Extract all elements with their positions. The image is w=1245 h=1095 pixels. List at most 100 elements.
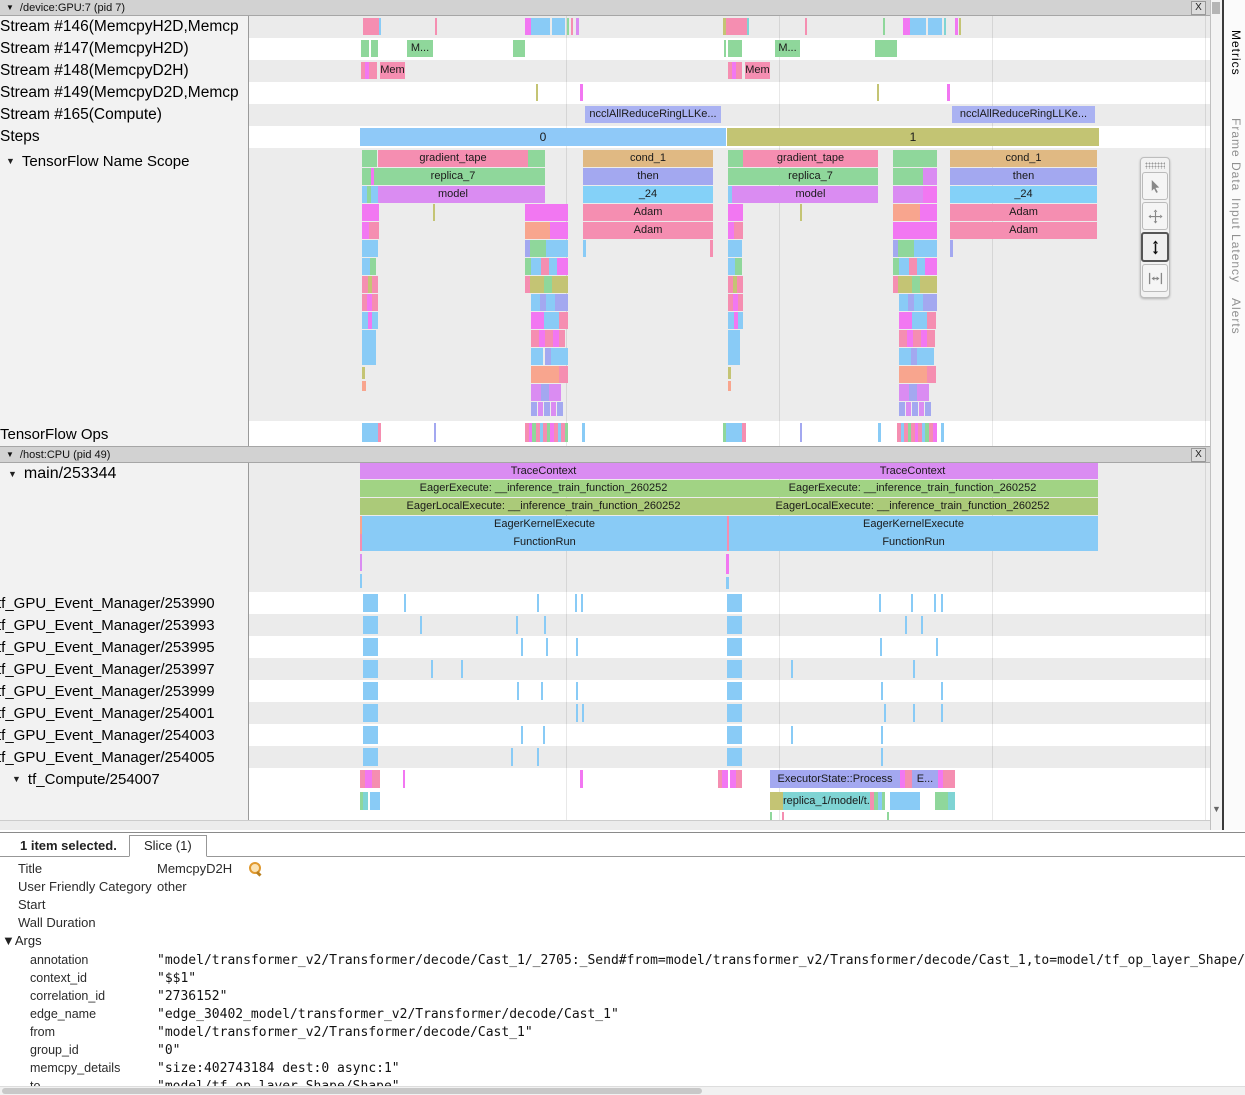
collapse-arrow-icon[interactable]: ▼ — [12, 774, 21, 784]
vertical-scrollbar[interactable] — [1210, 0, 1222, 830]
horizontal-scrollbar-thumb[interactable] — [2, 1088, 702, 1094]
trace-slice[interactable]: Adam — [583, 204, 713, 221]
trace-slice[interactable]: M... — [407, 40, 433, 57]
tool-palette[interactable] — [1140, 157, 1170, 298]
trace-slice[interactable]: EagerExecute: __inference_train_function… — [360, 480, 727, 497]
trace-viewer: M...M...MemMemncclAllReduceRingLLKe...nc… — [0, 0, 1210, 830]
trace-slice-fragment — [363, 748, 378, 766]
trace-slice[interactable]: Mem — [380, 62, 405, 79]
trace-slice[interactable]: ncclAllReduceRingLLKe... — [585, 106, 721, 123]
collapse-arrow-icon[interactable]: ▼ — [6, 450, 14, 459]
trace-slice[interactable]: FunctionRun — [729, 534, 1098, 551]
zoom-tool-button[interactable] — [1141, 232, 1169, 262]
pan-tool-button[interactable] — [1142, 202, 1168, 230]
trace-slice-fragment — [770, 812, 772, 820]
trace-slice-fragment — [879, 594, 881, 612]
close-icon[interactable]: X — [1191, 448, 1206, 462]
gridline — [1205, 16, 1206, 820]
arg-key: from — [30, 1025, 55, 1039]
search-icon[interactable] — [248, 861, 262, 875]
timing-tool-button[interactable] — [1142, 264, 1168, 292]
args-section-header[interactable]: ▼Args — [2, 933, 42, 948]
trace-slice-fragment — [875, 40, 897, 57]
trace-slice[interactable]: replica_7 — [743, 168, 878, 185]
selection-tool-button[interactable] — [1142, 172, 1168, 200]
trace-slice[interactable]: _24 — [950, 186, 1097, 203]
trace-slice[interactable]: EagerLocalExecute: __inference_train_fun… — [727, 498, 1098, 515]
row-label-text: tf_GPU_Event_Manager/253997 — [0, 661, 215, 678]
trace-slice-fragment — [770, 792, 783, 810]
collapse-arrow-icon[interactable]: ▼ — [8, 469, 17, 479]
trace-slice[interactable]: ncclAllReduceRingLLKe... — [952, 106, 1095, 123]
trace-slice[interactable]: EagerLocalExecute: __inference_train_fun… — [360, 498, 727, 515]
trace-slice-fragment — [546, 294, 555, 311]
trace-slice[interactable]: Adam — [583, 222, 713, 239]
trace-slice-fragment — [728, 40, 742, 57]
trace-slice-fragment — [580, 770, 583, 788]
trace-slice-fragment — [378, 423, 381, 442]
trace-slice[interactable]: 0 — [360, 128, 726, 146]
trace-slice-fragment — [899, 366, 927, 383]
trace-slice-fragment — [546, 240, 568, 257]
vertical-scrollbar-thumb[interactable] — [1212, 2, 1220, 14]
trace-slice[interactable]: _24 — [583, 186, 713, 203]
trace-slice-fragment — [927, 366, 936, 383]
trace-slice[interactable]: Mem — [745, 62, 770, 79]
trace-slice-fragment — [910, 18, 926, 35]
trace-slice-fragment — [899, 384, 909, 401]
trace-slice[interactable]: model — [743, 186, 878, 203]
trace-slice[interactable]: model — [378, 186, 528, 203]
trace-slice[interactable]: EagerKernelExecute — [362, 516, 727, 533]
tab-slice[interactable]: Slice (1) — [129, 835, 207, 857]
collapse-arrow-icon[interactable]: ▼ — [6, 3, 14, 12]
cpu-section-header[interactable]: ▼ /host:CPU (pid 49) X — [0, 446, 1210, 463]
trace-slice[interactable]: cond_1 — [583, 150, 713, 167]
side-tab-frame-data[interactable]: Frame Data — [1229, 118, 1243, 191]
collapse-arrow-icon[interactable]: ▼ — [2, 933, 15, 948]
trace-slice-fragment — [735, 258, 742, 275]
trace-slice[interactable]: EagerExecute: __inference_train_function… — [727, 480, 1098, 497]
gpu-section-header[interactable]: ▼ /device:GPU:7 (pid 7) X — [0, 0, 1210, 16]
row-label-tf-compute[interactable]: ▼tf_Compute/254007 — [12, 769, 160, 789]
trace-slice[interactable]: replica_1/model/t... — [783, 792, 870, 810]
trace-slice-fragment — [941, 594, 943, 612]
row-label-text: Stream #165(Compute) — [0, 106, 162, 124]
field-value: other — [157, 879, 187, 894]
trace-slice[interactable]: FunctionRun — [362, 534, 727, 551]
trace-slice[interactable]: then — [583, 168, 713, 185]
trace-slice[interactable]: gradient_tape — [378, 150, 528, 167]
trace-slice-fragment — [923, 168, 937, 185]
trace-slice[interactable]: 1 — [727, 128, 1099, 146]
trace-slice[interactable]: E... — [912, 770, 938, 788]
gpu-section-title: /device:GPU:7 (pid 7) — [20, 2, 125, 14]
trace-slice[interactable]: M... — [775, 40, 800, 57]
trace-slice[interactable]: Adam — [950, 204, 1097, 221]
trace-slice[interactable]: then — [950, 168, 1097, 185]
trace-slice[interactable]: TraceContext — [360, 463, 727, 479]
trace-slice-fragment — [431, 660, 433, 678]
trace-slice[interactable]: Adam — [950, 222, 1097, 239]
close-icon[interactable]: X — [1191, 1, 1206, 15]
trace-slice[interactable]: ExecutorState::Process — [770, 770, 900, 788]
collapse-arrow-icon[interactable]: ▼ — [6, 156, 15, 166]
row-label-tf-name-scope[interactable]: ▼TensorFlow Name Scope — [6, 151, 190, 171]
trace-slice-fragment — [710, 240, 713, 257]
row-label-main[interactable]: ▼main/253344 — [8, 464, 116, 484]
trace-slice-fragment — [372, 770, 380, 788]
row-label-tf-ops: TensorFlow Ops — [0, 424, 108, 444]
trace-slice[interactable]: replica_7 — [378, 168, 528, 185]
trace-slice-fragment — [727, 594, 742, 612]
trace-slice-fragment — [559, 330, 565, 347]
trace-slice[interactable]: cond_1 — [950, 150, 1097, 167]
trace-slice-fragment — [726, 423, 742, 442]
palette-grip-handle[interactable] — [1145, 162, 1165, 169]
side-tab-alerts[interactable]: Alerts — [1229, 298, 1243, 335]
trace-slice[interactable]: TraceContext — [727, 463, 1098, 479]
trace-slice[interactable]: gradient_tape — [743, 150, 878, 167]
trace-slice-fragment — [403, 770, 405, 788]
side-tab-metrics[interactable]: Metrics — [1229, 30, 1243, 76]
scroll-down-arrow-icon[interactable]: ▼ — [1211, 804, 1222, 814]
side-tab-input-latency[interactable]: Input Latency — [1229, 198, 1243, 283]
trace-slice[interactable]: EagerKernelExecute — [729, 516, 1098, 533]
horizontal-scrollbar[interactable] — [0, 1086, 1245, 1095]
